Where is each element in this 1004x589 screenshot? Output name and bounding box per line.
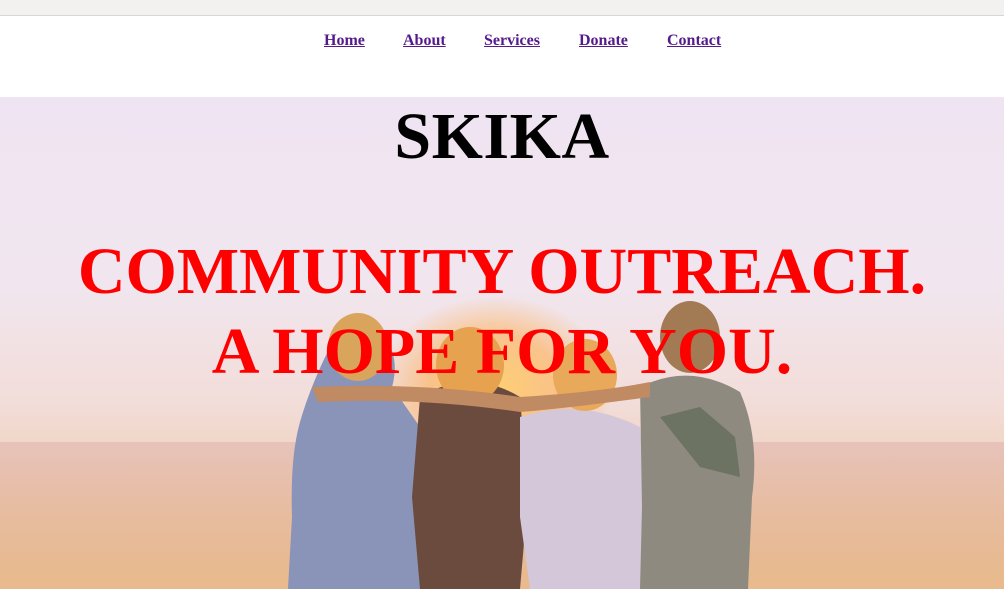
nav-link-services[interactable]: Services bbox=[484, 31, 540, 51]
hero-tagline-line-1: COMMUNITY OUTREACH. bbox=[77, 235, 927, 308]
main-navigation: Home About Services Donate Contact bbox=[0, 16, 1004, 97]
nav-link-home[interactable]: Home bbox=[324, 31, 365, 51]
browser-top-strip bbox=[0, 0, 1004, 16]
nav-link-about[interactable]: About bbox=[403, 31, 446, 51]
nav-link-donate[interactable]: Donate bbox=[579, 31, 628, 51]
nav-link-contact[interactable]: Contact bbox=[667, 31, 721, 51]
site-title: SKIKA bbox=[394, 100, 610, 173]
hero-tagline-line-2: A HOPE FOR YOU. bbox=[211, 315, 793, 388]
